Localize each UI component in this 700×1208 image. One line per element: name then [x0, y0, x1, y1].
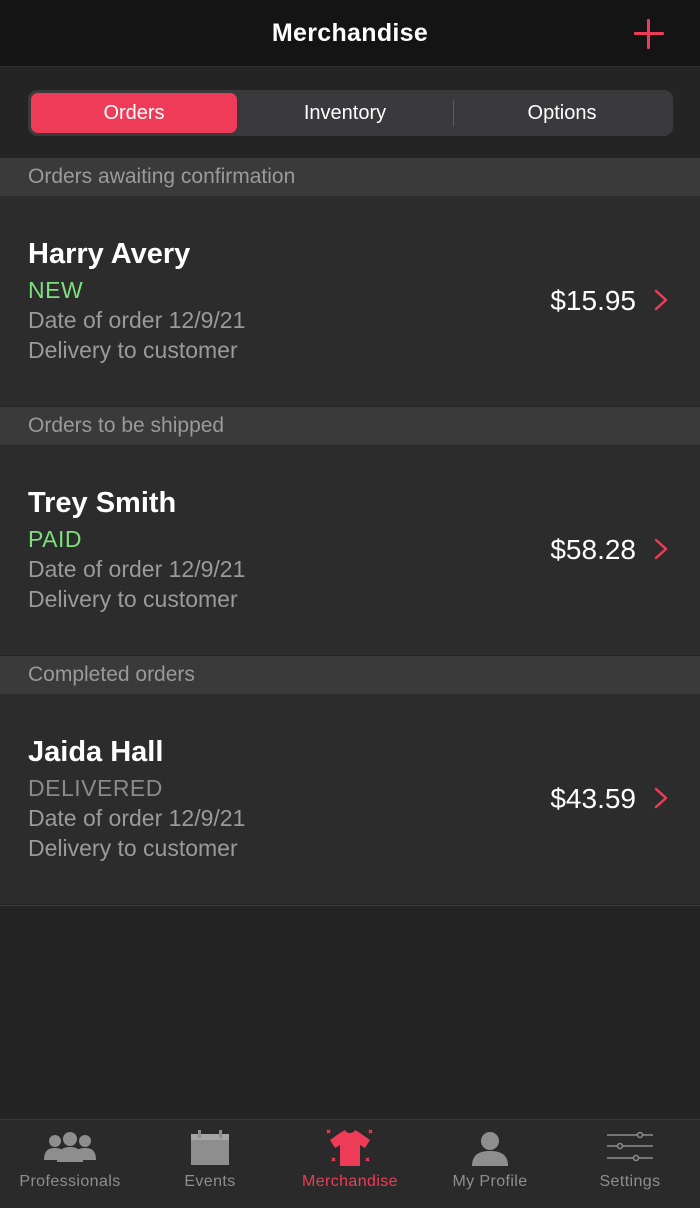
tab-my-profile[interactable]: My Profile	[420, 1120, 560, 1208]
tab-merchandise[interactable]: Merchandise	[280, 1120, 420, 1208]
tab-bar: Professionals Events Merchandise My Prof…	[0, 1119, 700, 1208]
delivery-method: Delivery to customer	[28, 835, 238, 861]
tab-label: My Profile	[452, 1173, 528, 1190]
order-row[interactable]: Trey Smith PAID Date of order 12/9/21 De…	[0, 445, 700, 655]
order-date: Date of order 12/9/21	[28, 307, 246, 333]
segment-inventory[interactable]: Inventory	[237, 93, 453, 133]
segment-orders[interactable]: Orders	[31, 93, 237, 133]
tab-settings[interactable]: Settings	[560, 1120, 700, 1208]
segment-options[interactable]: Options	[454, 93, 670, 133]
customer-name: Trey Smith	[28, 487, 177, 519]
section-header-completed: Completed orders	[0, 656, 700, 694]
calendar-icon	[191, 1130, 229, 1165]
tab-label: Professionals	[19, 1173, 121, 1190]
tab-professionals[interactable]: Professionals	[0, 1120, 140, 1208]
delivery-method: Delivery to customer	[28, 337, 238, 363]
segment-bar: Orders Inventory Options	[0, 67, 700, 158]
order-status: DELIVERED	[28, 775, 163, 801]
customer-name: Harry Avery	[28, 238, 191, 270]
people-group-icon	[44, 1132, 96, 1162]
order-price: $15.95	[550, 285, 636, 316]
customer-name: Jaida Hall	[28, 736, 164, 768]
chevron-right-icon	[654, 538, 668, 560]
order-price: $58.28	[550, 534, 636, 565]
order-row[interactable]: Harry Avery NEW Date of order 12/9/21 De…	[0, 196, 700, 406]
sliders-icon	[607, 1131, 653, 1162]
tab-label: Merchandise	[301, 1173, 398, 1190]
list-divider	[0, 905, 700, 906]
delivery-method: Delivery to customer	[28, 586, 238, 612]
section-header-to-ship: Orders to be shipped	[0, 407, 700, 445]
order-date: Date of order 12/9/21	[28, 556, 246, 582]
segmented-control: Orders Inventory Options	[28, 90, 673, 136]
tshirt-icon	[326, 1129, 373, 1166]
order-status: PAID	[28, 526, 82, 552]
add-button[interactable]	[634, 19, 664, 49]
tab-label: Events	[184, 1173, 236, 1190]
chevron-right-icon	[654, 787, 668, 809]
order-date: Date of order 12/9/21	[28, 805, 246, 831]
order-row[interactable]: Jaida Hall DELIVERED Date of order 12/9/…	[0, 694, 700, 904]
merchandise-screen: Merchandise Orders Inventory Options Ord…	[0, 0, 700, 1208]
nav-bar: Merchandise	[0, 0, 700, 67]
tab-events[interactable]: Events	[140, 1120, 280, 1208]
chevron-right-icon	[654, 289, 668, 311]
order-status: NEW	[28, 277, 84, 303]
page-title: Merchandise	[271, 18, 429, 47]
section-header-awaiting: Orders awaiting confirmation	[0, 158, 700, 196]
tab-label: Settings	[599, 1173, 661, 1190]
person-icon	[472, 1132, 508, 1166]
order-price: $43.59	[550, 783, 636, 814]
